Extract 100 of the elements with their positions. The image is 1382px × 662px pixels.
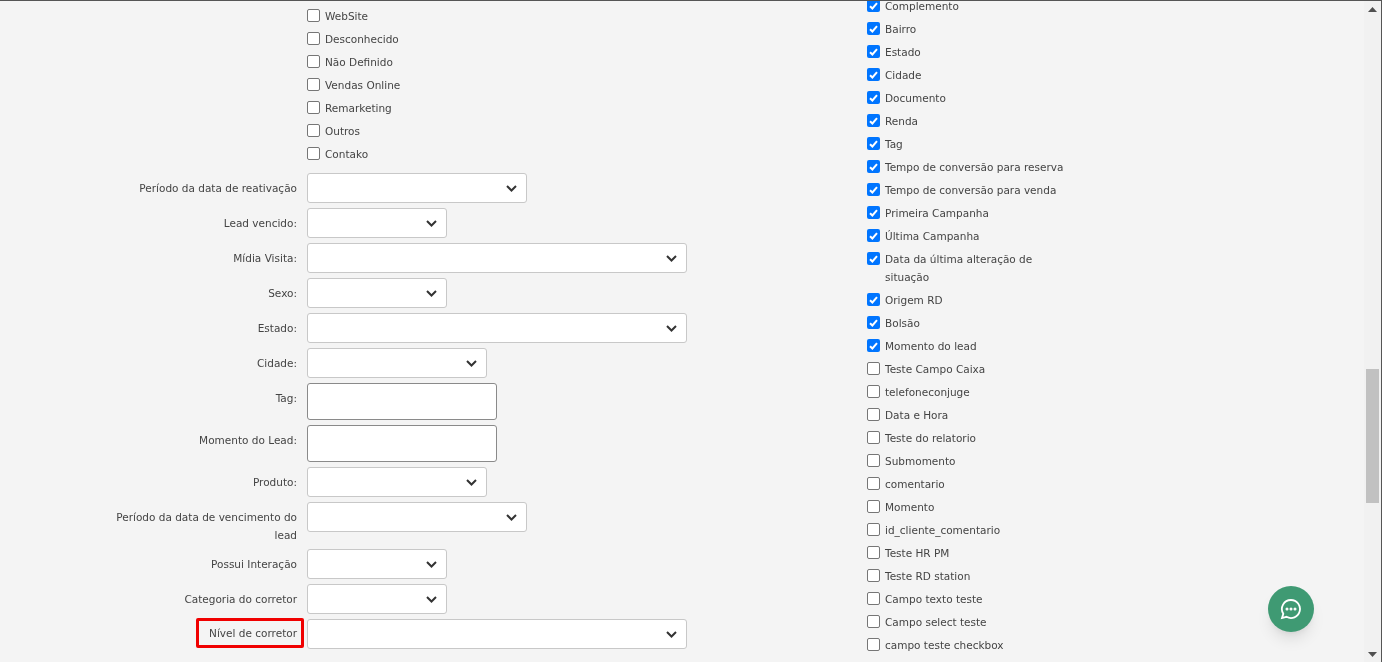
checkbox[interactable] [867, 638, 880, 651]
checkbox[interactable] [867, 183, 880, 196]
dropdown-field[interactable] [307, 502, 527, 532]
checkbox-label[interactable]: Campo select teste [885, 612, 987, 631]
chevron-down-icon [426, 560, 437, 568]
checkbox[interactable] [867, 592, 880, 605]
dropdown-field[interactable] [307, 243, 687, 273]
chat-bubble-icon [1280, 598, 1302, 620]
checkbox[interactable] [307, 9, 320, 22]
scroll-down-icon[interactable] [1368, 652, 1377, 657]
checkbox[interactable] [867, 22, 880, 35]
checkbox-label[interactable]: Submomento [885, 451, 956, 470]
dropdown-field[interactable] [307, 348, 487, 378]
checkbox[interactable] [307, 32, 320, 45]
checkbox-label[interactable]: Última Campanha [885, 226, 980, 245]
checkbox-label[interactable]: Complemento [885, 1, 959, 15]
checkbox[interactable] [867, 45, 880, 58]
checkbox[interactable] [307, 147, 320, 160]
checkbox-label[interactable]: Desconhecido [325, 29, 399, 48]
scroll-up-icon[interactable] [1368, 7, 1377, 12]
dropdown-field[interactable] [307, 278, 447, 308]
checkbox-label[interactable]: Outros [325, 121, 361, 140]
checkbox-label[interactable]: Vendas Online [325, 75, 401, 94]
checkbox[interactable] [867, 477, 880, 490]
checkbox-label[interactable]: Teste do relatorio [885, 428, 976, 447]
checkbox[interactable] [867, 160, 880, 173]
checkbox[interactable] [867, 91, 880, 104]
dropdown-field[interactable] [307, 549, 447, 579]
checkbox-label[interactable]: Campo texto teste [885, 589, 983, 608]
dropdown-field[interactable] [307, 173, 527, 203]
scrollbar-thumb[interactable] [1366, 369, 1379, 503]
field-label: Sexo: [268, 286, 297, 301]
checkbox[interactable] [867, 68, 880, 81]
checkbox[interactable] [867, 362, 880, 375]
checkbox-label[interactable]: Não Definido [325, 52, 393, 71]
checkbox[interactable] [867, 229, 880, 242]
dropdown-field[interactable] [307, 584, 447, 614]
checkbox-label[interactable]: Contako [325, 144, 369, 163]
checkbox[interactable] [867, 137, 880, 150]
checkbox-label[interactable]: Tempo de conversão para reserva [885, 157, 1064, 176]
dropdown-field[interactable] [307, 208, 447, 238]
checkbox-label[interactable]: Origem RD [885, 290, 943, 309]
checkbox[interactable] [867, 546, 880, 559]
checkbox-label[interactable]: Momento [885, 497, 935, 516]
checkbox[interactable] [867, 316, 880, 329]
dropdown-field[interactable] [307, 619, 687, 649]
checkbox-label[interactable]: Cidade [885, 65, 922, 84]
chevron-down-icon [426, 219, 437, 227]
chevron-down-icon [506, 513, 517, 521]
checkbox-label[interactable]: id_cliente_comentario [885, 520, 1001, 539]
dropdown-field[interactable] [307, 313, 687, 343]
checkbox[interactable] [867, 569, 880, 582]
checkbox[interactable] [307, 55, 320, 68]
checkbox-label[interactable]: Data da última alteração de situação [885, 249, 1067, 286]
checkbox-label[interactable]: Teste HR PM [885, 543, 950, 562]
text-area[interactable] [307, 383, 497, 420]
checkbox[interactable] [307, 124, 320, 137]
field-label: Produto: [252, 475, 297, 490]
checkbox[interactable] [867, 385, 880, 398]
checkbox[interactable] [867, 293, 880, 306]
checkbox[interactable] [867, 206, 880, 219]
chat-button[interactable] [1268, 586, 1314, 632]
checkbox-label[interactable]: Bolsão [885, 313, 920, 332]
checkbox[interactable] [867, 408, 880, 421]
field-label: Cidade: [257, 356, 297, 371]
checkbox-label[interactable]: Teste RD station [885, 566, 971, 585]
checkbox-label[interactable]: Momento do lead [885, 336, 977, 355]
checkbox[interactable] [867, 523, 880, 536]
checkbox-label[interactable]: campo teste checkbox [885, 635, 1004, 654]
checkbox-label[interactable]: WebSite [325, 6, 369, 25]
checkbox[interactable] [867, 615, 880, 628]
chevron-down-icon [666, 630, 677, 638]
checkbox-label[interactable]: Tempo de conversão para venda [885, 180, 1057, 199]
checkbox-label[interactable]: Data e Hora [885, 405, 949, 424]
chevron-down-icon [506, 184, 517, 192]
text-area[interactable] [307, 425, 497, 462]
checkbox[interactable] [867, 114, 880, 127]
checkbox-label[interactable]: telefoneconjuge [885, 382, 970, 401]
dropdown-field[interactable] [307, 467, 487, 497]
checkbox[interactable] [867, 454, 880, 467]
chevron-down-icon [466, 478, 477, 486]
checkbox-label[interactable]: Bairro [885, 19, 917, 38]
field-label: Período da data de vencimento do lead [115, 510, 297, 543]
checkbox-label[interactable]: Renda [885, 111, 919, 130]
field-label: Tag: [275, 391, 297, 406]
checkbox[interactable] [307, 78, 320, 91]
checkbox-label[interactable]: Remarketing [325, 98, 392, 117]
checkbox[interactable] [307, 101, 320, 114]
checkbox-label[interactable]: Teste Campo Caixa [885, 359, 986, 378]
checkbox[interactable] [867, 1, 880, 12]
checkbox[interactable] [867, 252, 880, 265]
checkbox[interactable] [867, 500, 880, 513]
checkbox[interactable] [867, 339, 880, 352]
checkbox-label[interactable]: comentario [885, 474, 945, 493]
checkbox-label[interactable]: Estado [885, 42, 921, 61]
field-label: Momento do Lead: [199, 433, 297, 448]
checkbox[interactable] [867, 431, 880, 444]
checkbox-label[interactable]: Tag [885, 134, 903, 153]
checkbox-label[interactable]: Documento [885, 88, 946, 107]
checkbox-label[interactable]: Primeira Campanha [885, 203, 989, 222]
